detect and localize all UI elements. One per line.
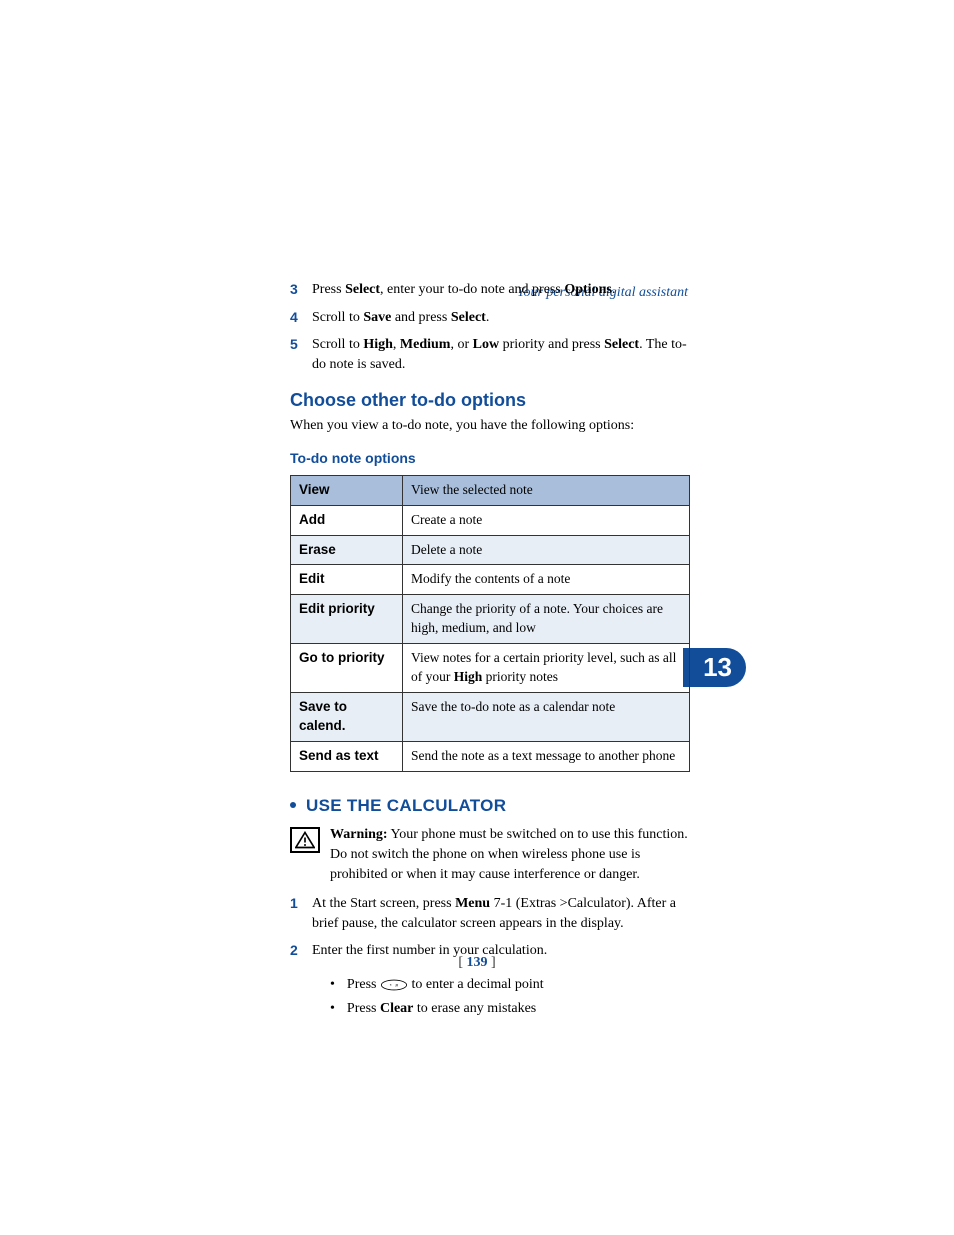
bullet-icon <box>290 802 296 808</box>
list-item: Press Clear to erase any mistakes <box>330 999 690 1019</box>
sub-bullet-list: Press *# to enter a decimal point Press C… <box>290 975 690 1018</box>
bold-text: Options <box>564 282 611 297</box>
bold-text: Menu <box>455 896 490 911</box>
bold-text: Medium <box>400 337 451 352</box>
table-title: To-do note options <box>290 449 690 469</box>
option-description: Save the to-do note as a calendar note <box>403 692 690 741</box>
table-row: Save to calend.Save the to-do note as a … <box>291 692 690 741</box>
list-item: Press *# to enter a decimal point <box>330 975 690 995</box>
phone-key-icon: *# <box>380 975 408 995</box>
option-description: View the selected note <box>403 475 690 505</box>
numbered-steps-calculator: 1At the Start screen, press Menu 7-1 (Ex… <box>290 894 690 961</box>
bold-text: High <box>454 669 483 684</box>
bold-text: Clear <box>380 1001 413 1016</box>
step-number: 3 <box>290 280 312 300</box>
option-name: Add <box>291 505 403 535</box>
option-name: Save to calend. <box>291 692 403 741</box>
bold-text: Save <box>363 310 391 325</box>
bold-text: Low <box>473 337 499 352</box>
bold-text: High <box>363 337 393 352</box>
step-item: 4Scroll to Save and press Select. <box>290 308 690 328</box>
bold-text: Select <box>451 310 486 325</box>
table-row: EraseDelete a note <box>291 535 690 565</box>
subheading: Choose other to-do options <box>290 388 690 413</box>
option-name: Erase <box>291 535 403 565</box>
option-description: View notes for a certain priority level,… <box>403 644 690 693</box>
page-number: 139 <box>467 955 488 970</box>
numbered-steps-top: 3Press Select, enter your to-do note and… <box>290 280 690 374</box>
chapter-tab: 13 <box>683 648 746 687</box>
table-row: ViewView the selected note <box>291 475 690 505</box>
step-number: 4 <box>290 308 312 328</box>
option-description: Send the note as a text message to anoth… <box>403 741 690 771</box>
warning-icon <box>290 827 320 853</box>
step-text: Press Select, enter your to-do note and … <box>312 280 690 300</box>
step-item: 5Scroll to High, Medium, or Low priority… <box>290 335 690 374</box>
option-name: Go to priority <box>291 644 403 693</box>
table-row: EditModify the contents of a note <box>291 565 690 595</box>
table-row: Edit priorityChange the priority of a no… <box>291 595 690 644</box>
step-item: 1At the Start screen, press Menu 7-1 (Ex… <box>290 894 690 933</box>
step-number: 5 <box>290 335 312 374</box>
content-area: 3Press Select, enter your to-do note and… <box>290 280 690 1024</box>
option-description: Delete a note <box>403 535 690 565</box>
page-footer: [ 139 ] <box>0 955 954 971</box>
step-item: 3Press Select, enter your to-do note and… <box>290 280 690 300</box>
step-text: Scroll to Save and press Select. <box>312 308 690 328</box>
option-name: Edit priority <box>291 595 403 644</box>
option-description: Change the priority of a note. Your choi… <box>403 595 690 644</box>
section-heading-text: USE THE CALCULATOR <box>306 796 506 815</box>
option-description: Create a note <box>403 505 690 535</box>
option-name: Edit <box>291 565 403 595</box>
step-number: 1 <box>290 894 312 933</box>
table-row: Send as textSend the note as a text mess… <box>291 741 690 771</box>
bold-text: Select <box>345 282 380 297</box>
option-name: View <box>291 475 403 505</box>
options-table: ViewView the selected noteAddCreate a no… <box>290 475 690 772</box>
table-row: Go to priorityView notes for a certain p… <box>291 644 690 693</box>
sub-intro-text: When you view a to-do note, you have the… <box>290 416 690 436</box>
step-text: At the Start screen, press Menu 7-1 (Ext… <box>312 894 690 933</box>
svg-text:#: # <box>395 983 398 989</box>
warning-block: Warning: Your phone must be switched on … <box>290 825 690 884</box>
step-text: Scroll to High, Medium, or Low priority … <box>312 335 690 374</box>
option-name: Send as text <box>291 741 403 771</box>
manual-page: Your personal digital assistant 13 3Pres… <box>0 0 954 1235</box>
section-heading: USE THE CALCULATOR <box>290 794 690 818</box>
svg-text:*: * <box>390 983 392 989</box>
table-row: AddCreate a note <box>291 505 690 535</box>
warning-label: Warning: <box>330 827 388 842</box>
bold-text: Select <box>604 337 639 352</box>
warning-text: Warning: Your phone must be switched on … <box>330 825 690 884</box>
option-description: Modify the contents of a note <box>403 565 690 595</box>
